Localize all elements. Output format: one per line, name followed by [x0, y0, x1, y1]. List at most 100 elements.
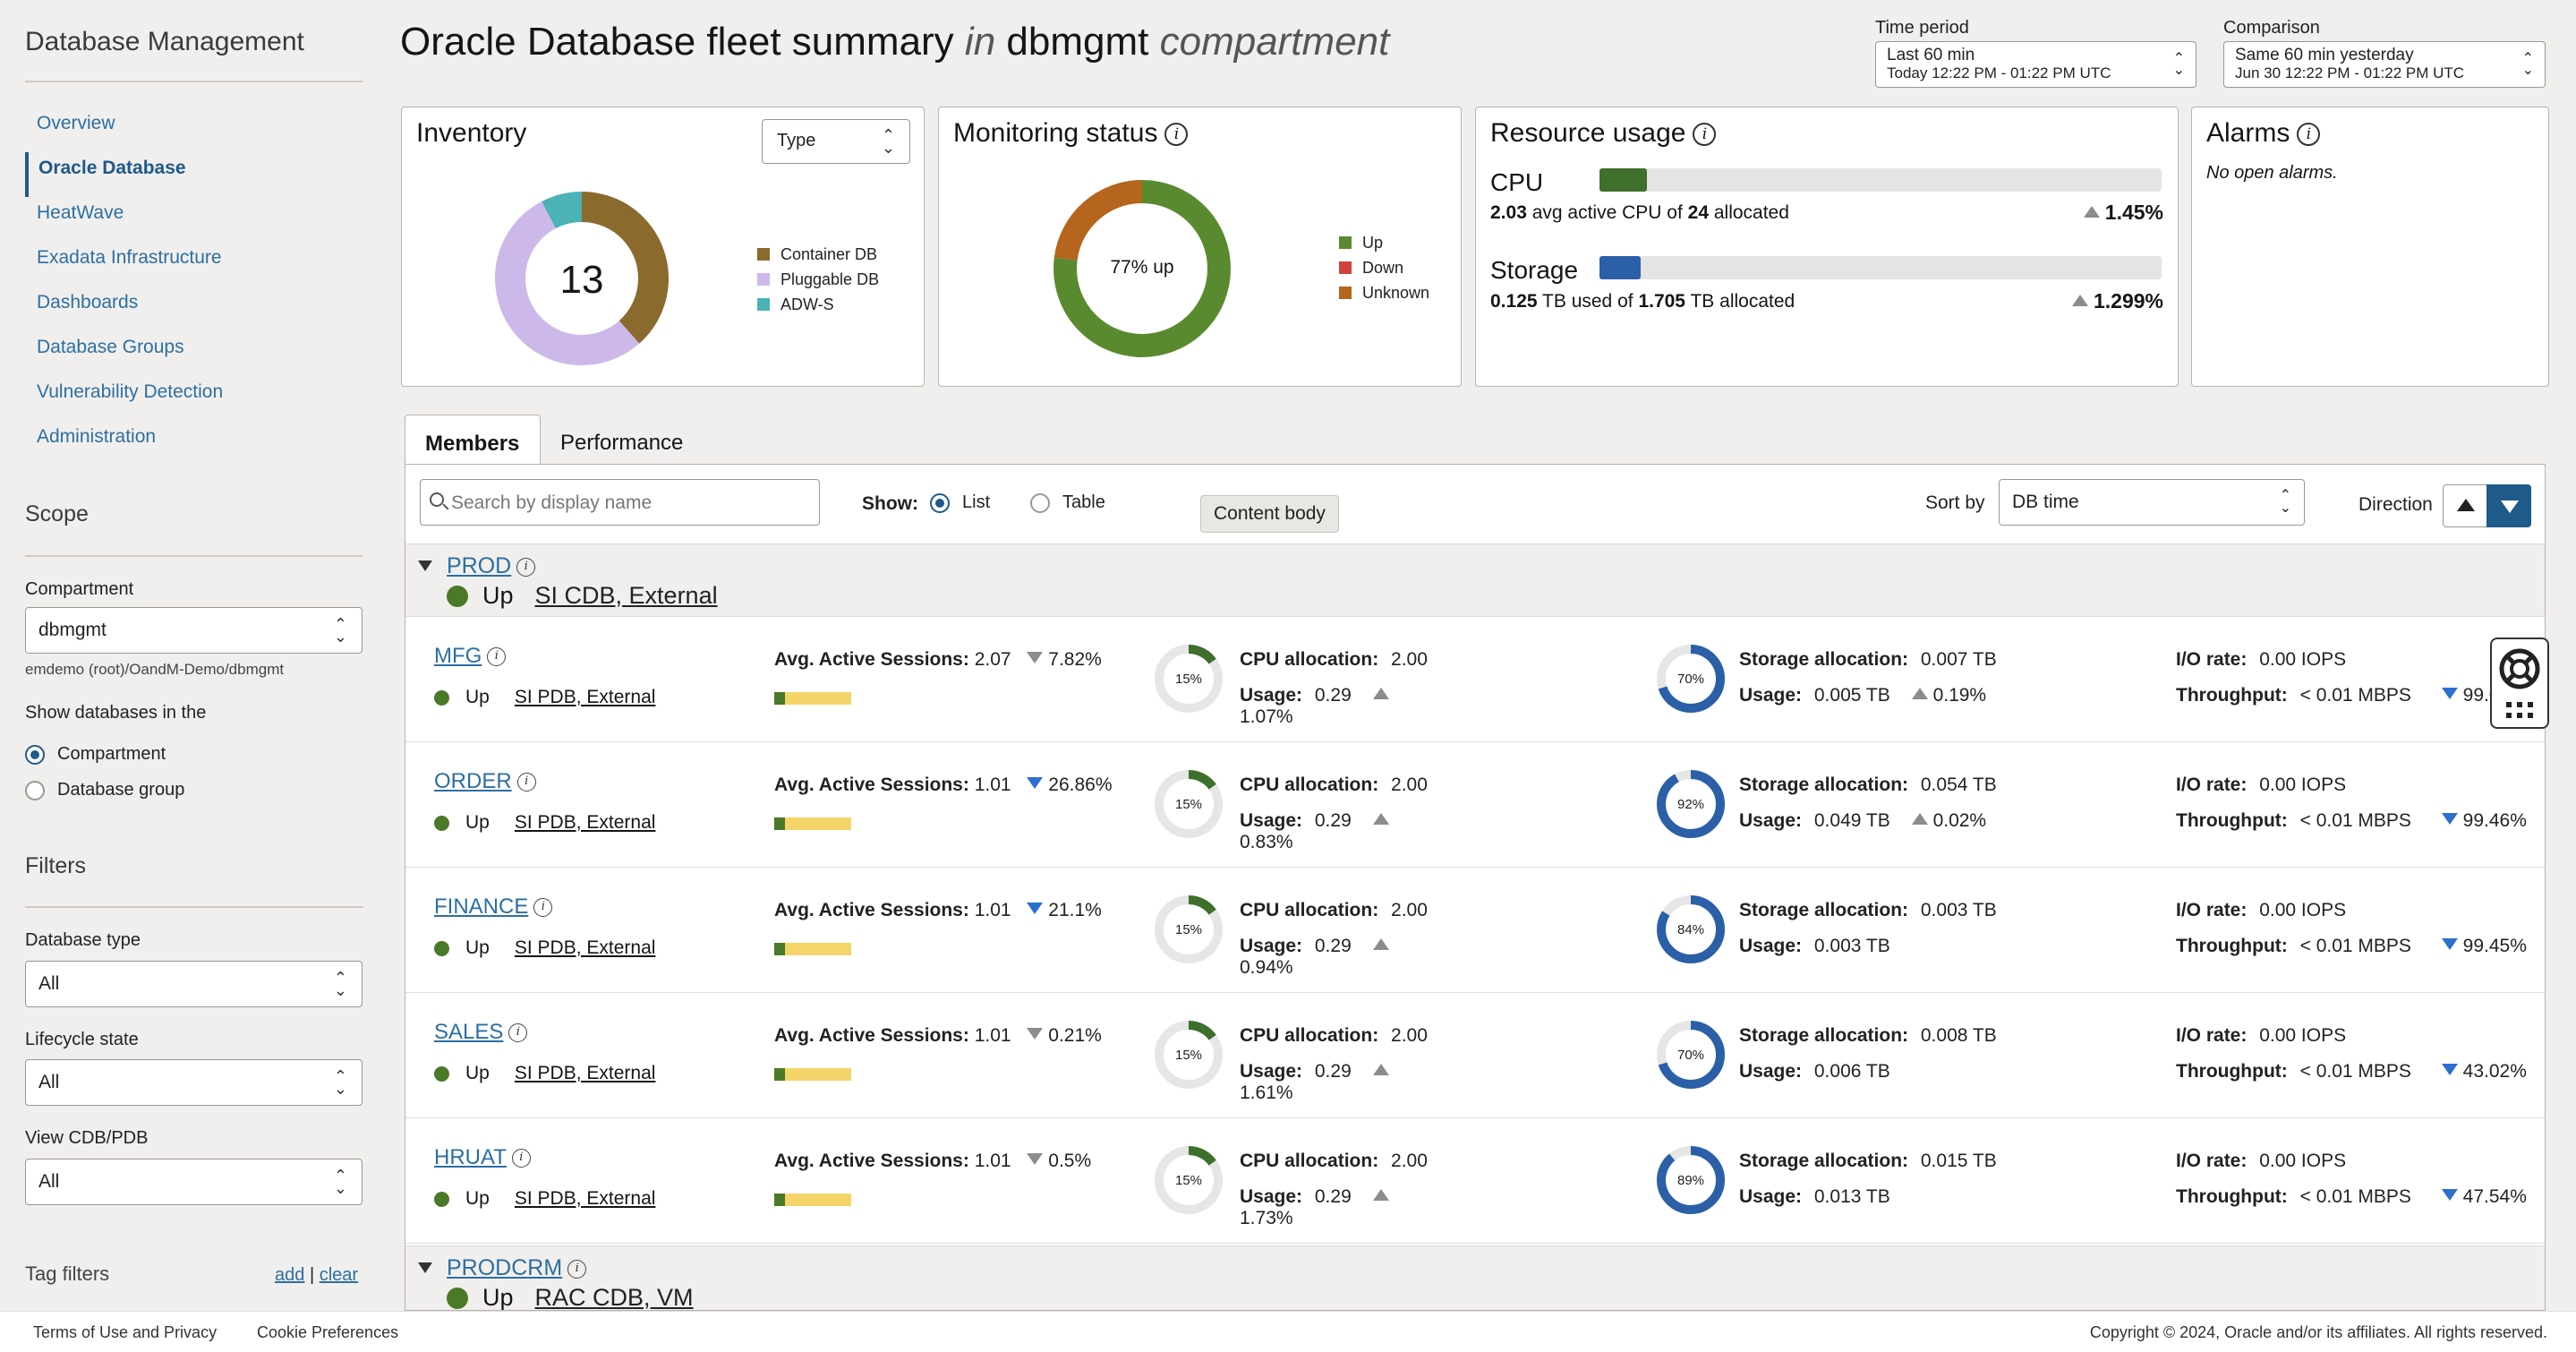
add-tag-link[interactable]: add: [275, 1265, 304, 1285]
trend-down-icon: [1027, 903, 1044, 914]
compartment-select[interactable]: dbmgmt ⌃ ⌄: [25, 607, 363, 654]
database-name-link[interactable]: FINANCE i: [434, 894, 553, 920]
cpu-usage-cell: Usage: 0.29: [1240, 936, 1395, 957]
help-widget[interactable]: [2490, 637, 2549, 729]
table-row: SALES i Up SI PDB, External Avg. Active S…: [405, 993, 2545, 1118]
alarms-title-text: Alarms: [2206, 118, 2290, 148]
radio-unselected-icon[interactable]: [25, 780, 45, 800]
storage-alloc-value: 0.007 TB: [1920, 649, 1997, 670]
sidebar-item-vulnerability[interactable]: Vulnerability Detection: [25, 376, 365, 421]
aas-bar: [774, 1068, 851, 1081]
radio-compartment[interactable]: Compartment: [25, 744, 166, 765]
group-type-link[interactable]: SI CDB, External: [535, 582, 718, 610]
info-icon[interactable]: i: [487, 647, 507, 667]
sidebar-item-database-groups[interactable]: Database Groups: [25, 331, 365, 376]
table-row: MFG i Up SI PDB, External Avg. Active Ses…: [405, 617, 2545, 742]
io-rate-label: I/O rate:: [2176, 774, 2248, 795]
sort-by-select[interactable]: DB time ⌃ ⌄: [1999, 479, 2305, 526]
lifecycle-select[interactable]: All ⌃ ⌄: [25, 1059, 363, 1106]
io-rate-cell: I/O rate: 0.00 IOPS: [2176, 900, 2346, 921]
aas-change: 7.82%: [1048, 649, 1102, 670]
info-icon[interactable]: i: [508, 1023, 528, 1043]
database-type-link[interactable]: SI PDB, External: [515, 1188, 656, 1210]
info-icon[interactable]: i: [516, 773, 536, 792]
storage-usage-value: 0.006 TB: [1813, 1061, 1890, 1082]
radio-selected-icon[interactable]: [25, 744, 45, 765]
database-type-select[interactable]: All ⌃ ⌄: [25, 961, 363, 1007]
group-name-link[interactable]: PROD i: [447, 553, 536, 579]
database-type-link[interactable]: SI PDB, External: [515, 687, 656, 708]
info-icon[interactable]: i: [533, 898, 553, 918]
database-type-link[interactable]: SI PDB, External: [515, 812, 656, 834]
radio-list[interactable]: List: [930, 492, 990, 513]
radio-unselected-icon[interactable]: [1030, 492, 1050, 513]
sidebar-item-overview[interactable]: Overview: [25, 107, 365, 152]
tab-performance[interactable]: Performance: [541, 415, 703, 465]
database-name-link[interactable]: SALES i: [434, 1020, 528, 1045]
radio-database-group[interactable]: Database group: [25, 780, 184, 800]
aas-bar: [774, 817, 851, 830]
info-icon[interactable]: i: [567, 1259, 587, 1279]
alarms-card: Alarms i No open alarms.: [2191, 107, 2549, 387]
trend-up-icon: [1372, 938, 1389, 950]
usage-label: Usage:: [1739, 1061, 1803, 1082]
database-name-link[interactable]: ORDER i: [434, 769, 536, 794]
sidebar-item-oracle-database[interactable]: Oracle Database: [25, 152, 365, 197]
legend-label: ADW-S: [780, 295, 834, 313]
sort-desc-icon[interactable]: [2486, 484, 2531, 527]
terms-link[interactable]: Terms of Use and Privacy: [33, 1323, 217, 1342]
info-icon[interactable]: i: [516, 557, 536, 577]
cpu-alloc-value: 2.00: [1391, 1151, 1428, 1171]
info-icon[interactable]: i: [1164, 123, 1189, 147]
sidebar-item-dashboards[interactable]: Dashboards: [25, 287, 365, 331]
database-type-link[interactable]: SI PDB, External: [515, 937, 656, 959]
inventory-type-select[interactable]: Type ⌃ ⌄: [762, 119, 910, 164]
throughput-change: 99.46%: [2462, 810, 2527, 831]
cpu-label: CPU: [1490, 168, 1544, 196]
storage-change: 1.299%: [2071, 289, 2163, 313]
database-name: HRUAT: [434, 1145, 507, 1169]
storage-usage-value: 0.049 TB: [1813, 810, 1890, 831]
group-name-link[interactable]: PRODCRM i: [447, 1255, 587, 1281]
sidebar-item-heatwave[interactable]: HeatWave: [25, 197, 365, 242]
time-period-select[interactable]: Last 60 min Today 12:22 PM - 01:22 PM UT…: [1875, 41, 2196, 88]
radio-selected-icon[interactable]: [930, 492, 950, 513]
database-type-link[interactable]: SI PDB, External: [515, 1063, 656, 1084]
resource-title-text: Resource usage: [1490, 118, 1686, 148]
info-icon[interactable]: i: [1693, 123, 1717, 147]
cpu-summary: 2.03 avg active CPU of 24 allocated: [1490, 202, 1789, 224]
tab-members[interactable]: Members: [405, 415, 541, 465]
help-lifebuoy-icon[interactable]: [2492, 639, 2547, 727]
clear-tag-link[interactable]: clear: [320, 1265, 358, 1285]
storage-alloc-value: 0.008 TB: [1920, 1025, 1997, 1046]
usage-label: Usage:: [1240, 1186, 1303, 1207]
status-up-icon: [434, 1191, 449, 1207]
info-icon[interactable]: i: [2297, 123, 2321, 147]
collapse-icon[interactable]: [418, 560, 432, 571]
search-input[interactable]: Search by display name: [420, 479, 820, 526]
info-icon[interactable]: i: [511, 1149, 531, 1168]
sidebar-item-exadata[interactable]: Exadata Infrastructure: [25, 242, 365, 287]
group-status-text: Up: [482, 582, 514, 609]
sidebar-item-administration[interactable]: Administration: [25, 421, 365, 466]
cpu-donut: 15%: [1155, 895, 1223, 963]
cpu-alloc: 24: [1687, 202, 1709, 223]
database-name-link[interactable]: MFG i: [434, 644, 507, 669]
cpu-alloc-label: CPU allocation:: [1240, 774, 1379, 795]
collapse-icon[interactable]: [418, 1262, 432, 1273]
storage-bar: [1599, 256, 2162, 279]
cookie-preferences-link[interactable]: Cookie Preferences: [257, 1323, 398, 1342]
radio-table[interactable]: Table: [1030, 492, 1105, 513]
comparison-select[interactable]: Same 60 min yesterday Jun 30 12:22 PM - …: [2223, 41, 2546, 88]
database-name-link[interactable]: HRUAT i: [434, 1145, 531, 1170]
cdbpdb-select[interactable]: All ⌃ ⌄: [25, 1159, 363, 1205]
radio-list-label: List: [962, 492, 991, 512]
throughput-cell: Throughput: < 0.01 MBPS 99.45%: [2176, 936, 2527, 957]
cpu-usage-cell: Usage: 0.29: [1240, 1186, 1395, 1208]
storage-usage-value: 0.005 TB: [1813, 685, 1890, 706]
chevron-updown-icon: ⌃ ⌄: [2521, 51, 2534, 78]
group-type-link[interactable]: RAC CDB, VM: [535, 1284, 694, 1310]
sort-asc-icon[interactable]: [2443, 484, 2487, 527]
status-up-icon: [434, 689, 449, 706]
throughput-change: 47.54%: [2462, 1186, 2527, 1207]
